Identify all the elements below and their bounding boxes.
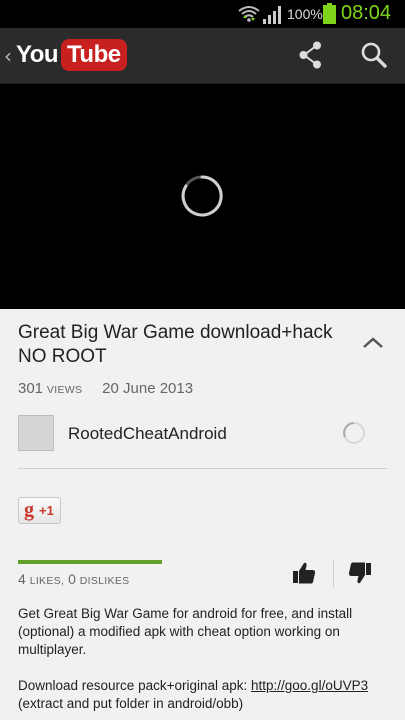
chevron-up-icon[interactable] xyxy=(360,333,386,351)
battery-icon xyxy=(323,3,336,24)
clock: 08:04 xyxy=(341,2,392,24)
google-plus-one-button[interactable]: g +1 xyxy=(18,497,61,524)
likes-label: likes, xyxy=(29,575,65,587)
app-bar: ‹ You Tube xyxy=(0,28,405,84)
description-paragraph: Download resource pack+original apk: htt… xyxy=(18,677,390,713)
thumbs-up-icon[interactable] xyxy=(290,559,318,587)
battery-percent: 100% xyxy=(287,6,323,22)
wifi-icon xyxy=(238,6,260,22)
rating-separator xyxy=(333,559,334,587)
description-text: Download resource pack+original apk: xyxy=(18,678,252,693)
google-plus-icon: g xyxy=(24,499,34,521)
video-details: Great Big War Game download+hack NO ROOT… xyxy=(0,309,405,720)
dislikes-count: 0 xyxy=(68,571,76,587)
logo-tube: Tube xyxy=(61,39,127,71)
loading-spinner-icon xyxy=(181,175,223,217)
search-icon[interactable] xyxy=(357,38,391,72)
thumbs-down-icon[interactable] xyxy=(346,561,374,589)
video-title: Great Big War Game download+hack NO ROOT xyxy=(18,322,333,367)
signal-icon xyxy=(263,6,281,24)
logo-you: You xyxy=(16,41,59,68)
likes-count: 4 xyxy=(18,571,26,587)
subscribe-loading-icon xyxy=(343,422,365,444)
dislikes-label: dislikes xyxy=(79,575,130,587)
video-player[interactable] xyxy=(0,84,405,309)
like-ratio-bar xyxy=(18,560,162,564)
channel-name[interactable]: RootedCheatAndroid xyxy=(68,424,227,444)
description-text: (extract and put folder in android/obb) xyxy=(18,696,244,711)
divider xyxy=(18,468,387,469)
share-icon[interactable] xyxy=(294,38,328,72)
views-count: 301 xyxy=(18,380,44,397)
video-description: Get Great Big War Game for android for f… xyxy=(18,605,390,720)
channel-avatar[interactable] xyxy=(18,415,54,451)
video-meta: 301 views 20 June 2013 xyxy=(18,380,193,397)
description-paragraph: Get Great Big War Game for android for f… xyxy=(18,606,353,657)
resource-pack-link[interactable]: http://goo.gl/oUVP3 xyxy=(251,678,368,693)
plus-one-label: +1 xyxy=(39,503,54,518)
views-label: views xyxy=(46,384,83,396)
status-bar: 100% 08:04 xyxy=(0,0,405,28)
likes-summary: 4 likes, 0 dislikes xyxy=(18,571,129,587)
youtube-logo[interactable]: You Tube xyxy=(16,39,127,71)
upload-date: 20 June 2013 xyxy=(102,380,194,397)
back-chevron-icon[interactable]: ‹ xyxy=(4,44,12,68)
